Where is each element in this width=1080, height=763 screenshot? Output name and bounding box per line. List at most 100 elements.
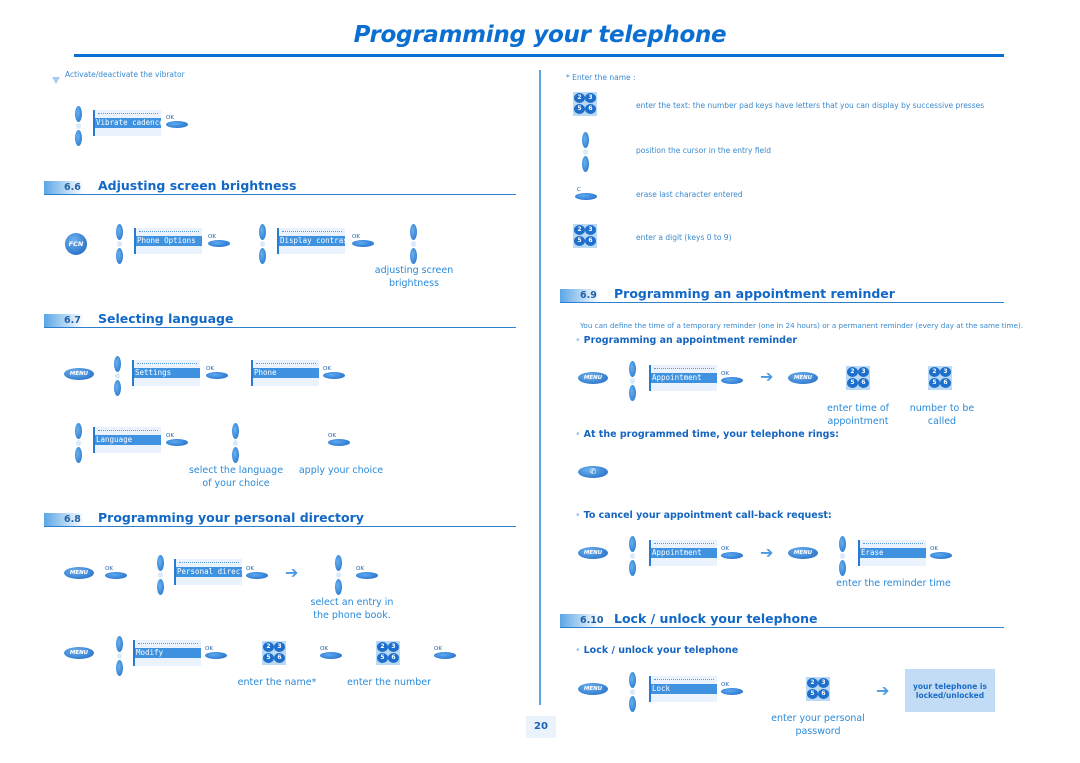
section-title: Lock / unlock your telephone [614, 611, 818, 626]
navigator-key-icon [155, 555, 165, 595]
ok-key-icon: OK [930, 546, 958, 560]
screen-item: Display contrast [279, 236, 345, 246]
section-number: 6.6 [64, 182, 81, 193]
ok-key-icon: OK [105, 566, 133, 580]
navigator-key-icon [837, 536, 847, 576]
lcd-screen: Personal directory [174, 559, 242, 585]
section-heading-6-8: 6.8 Programming your personal directory [44, 510, 516, 528]
screen-item: Phone [253, 368, 319, 378]
section-heading-6-7: 6.7 Selecting language [44, 311, 516, 329]
section-title: Selecting language [98, 311, 234, 326]
ok-key-icon: OK [205, 646, 233, 660]
navigator-key-icon [114, 224, 124, 264]
page-number: 20 [526, 716, 556, 738]
lcd-screen: Language [93, 427, 161, 453]
menu-key-icon: MENU [788, 372, 818, 384]
lcd-screen: Modify [133, 640, 201, 666]
help-item-enter-digit: enter a digit (keys 0 to 9) [636, 233, 732, 242]
section-number: 6.8 [64, 514, 81, 525]
navigator-key-icon [408, 224, 418, 264]
keypad-icon: 2356 [262, 641, 286, 665]
screen-item: Settings [134, 368, 200, 378]
ok-key-icon: OK [328, 433, 356, 447]
ok-key-icon: OK [166, 433, 194, 447]
ok-key-icon: OK [246, 566, 274, 580]
sub-heading-telephone-rings: • At the programmed time, your telephone … [575, 429, 839, 440]
menu-key-icon: MENU [64, 647, 94, 659]
lcd-screen: Settings [132, 360, 200, 386]
section-number: 6.9 [580, 290, 597, 301]
caption-enter-time: enter time of appointment [826, 403, 889, 427]
section-number: 6.10 [580, 615, 604, 626]
keypad-icon: 2356 [806, 677, 830, 701]
lcd-screen: Erase [858, 540, 926, 566]
ok-key-icon: OK [323, 366, 351, 380]
title-rule [74, 54, 1004, 57]
lock-result-box: your telephone is locked/unlocked [905, 669, 995, 712]
section-number: 6.7 [64, 315, 81, 326]
navigator-key-icon [257, 224, 267, 264]
enter-name-heading: * Enter the name : [566, 73, 636, 82]
navigator-key-icon [114, 636, 124, 676]
caption-select-language: select the language of your choice [188, 465, 284, 489]
navigator-key-icon [333, 555, 343, 595]
section-title: Adjusting screen brightness [98, 178, 297, 193]
caption-adjusting-brightness: adjusting screen brightness [374, 265, 454, 289]
c-key-icon: C [575, 187, 603, 201]
ok-key-icon: OK [208, 234, 236, 248]
lcd-screen: Display contrast [277, 228, 345, 254]
column-divider [539, 70, 541, 705]
arrow-right-icon: ➔ [285, 563, 299, 582]
menu-key-icon: MENU [788, 547, 818, 559]
ok-key-icon: OK [434, 646, 462, 660]
caption-apply-choice: apply your choice [298, 465, 384, 476]
reminder-description: You can define the time of a temporary r… [580, 321, 1024, 330]
lcd-screen: Appointment [649, 365, 717, 391]
help-item-enter-text: enter the text: the number pad keys have… [636, 101, 985, 110]
section-title: Programming an appointment reminder [614, 286, 895, 301]
sub-heading-program-reminder: • Programming an appointment reminder [575, 335, 798, 346]
screen-item: Language [95, 435, 161, 445]
ok-key-icon: OK [352, 234, 380, 248]
caption-enter-name: enter the name* [237, 677, 317, 688]
sub-heading-lock-unlock: • Lock / unlock your telephone [575, 645, 739, 656]
lcd-screen: Lock [649, 676, 717, 702]
ok-key-icon: OK [721, 682, 749, 696]
screen-item: Personal directory [176, 567, 242, 577]
navigator-key-icon [580, 132, 590, 172]
screen-item: Modify [135, 648, 201, 658]
keypad-icon: 2356 [573, 92, 597, 116]
caption-select-entry: select an entry in the phone book. [310, 597, 394, 621]
screen-item: Appointment [651, 373, 717, 383]
section-title: Programming your personal directory [98, 510, 364, 525]
triangle-bullet-icon [52, 70, 60, 84]
navigator-key-icon [627, 361, 637, 401]
arrow-right-icon: ➔ [760, 543, 774, 562]
arrow-right-icon: ➔ [760, 367, 774, 386]
fcn-key-icon: FCN [65, 233, 87, 255]
phone-handset-key-icon: ✆ [578, 466, 608, 478]
screen-item: Erase [860, 548, 926, 558]
ok-key-icon: OK [721, 546, 749, 560]
caption-number-to-call: number to be called [909, 403, 975, 427]
navigator-key-icon [627, 672, 637, 712]
ok-key-icon: OK [166, 115, 194, 129]
ok-key-icon: OK [206, 366, 234, 380]
section-heading-6-10: 6.10 Lock / unlock your telephone [560, 611, 1004, 629]
navigator-key-icon [627, 536, 637, 576]
menu-key-icon: MENU [578, 683, 608, 695]
lcd-screen: Phone Options [134, 228, 202, 254]
menu-key-icon: MENU [64, 567, 94, 579]
caption-enter-number: enter the number [346, 677, 432, 688]
menu-key-icon: MENU [578, 372, 608, 384]
screen-item: Vibrate cadence [95, 118, 161, 128]
lcd-screen: Vibrate cadence [93, 110, 161, 136]
navigator-key-icon [73, 106, 83, 146]
page-title: Programming your telephone [353, 22, 727, 48]
ok-key-icon: OK [356, 566, 384, 580]
navigator-key-icon [112, 356, 122, 396]
menu-key-icon: MENU [64, 368, 94, 380]
navigator-key-icon [230, 423, 240, 463]
keypad-icon: 2356 [573, 224, 597, 248]
keypad-icon: 2356 [376, 641, 400, 665]
